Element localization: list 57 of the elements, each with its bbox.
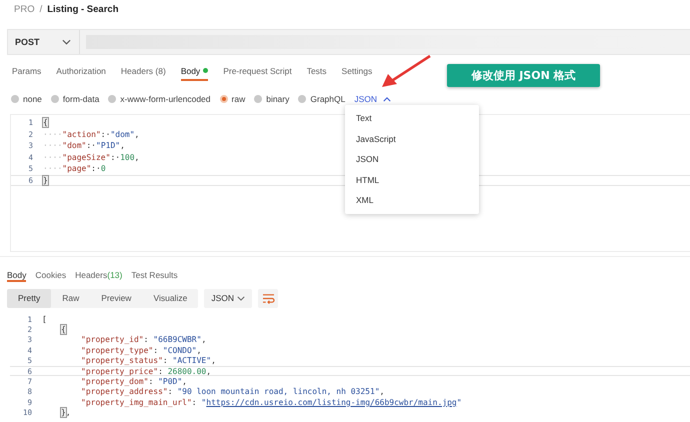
menu-item[interactable]: HTML <box>345 170 479 190</box>
chevron-down-icon <box>62 39 71 45</box>
menu-item[interactable]: JSON <box>345 149 479 170</box>
menu-item[interactable]: XML <box>345 190 479 210</box>
format-dropdown[interactable]: JSON <box>204 288 252 308</box>
code-line: }, <box>60 408 71 418</box>
code-line: ····"page":·0 <box>43 164 106 174</box>
view-mode-tab[interactable]: Pretty <box>7 288 52 308</box>
callout-label: 修改使用 JSON 格式 <box>447 64 600 87</box>
code-line: ····"pageSize":·100, <box>43 152 140 162</box>
workspace-name[interactable]: PRO <box>14 4 35 14</box>
code-line: [ <box>42 314 47 324</box>
wrap-icon <box>262 292 275 304</box>
view-mode-tab[interactable]: Visualize <box>142 288 198 308</box>
radio-button[interactable] <box>254 95 262 103</box>
response-tab[interactable]: Test Results <box>131 269 178 282</box>
code-line: "property_status": "ACTIVE", <box>80 356 216 366</box>
request-tab[interactable]: Pre-request Script <box>223 66 292 81</box>
code-line: "property_type": "CONDO", <box>80 346 202 355</box>
radio-label[interactable]: form-data <box>62 94 100 104</box>
radio-button[interactable] <box>220 95 228 103</box>
format-dropdown[interactable]: JSON <box>354 94 392 104</box>
code-line: "property_img_main_url": "https://cdn.usreio.com/listing-img/66b9cwbr/main.jpg" <box>80 398 462 407</box>
breadcrumb-separator: / <box>40 4 42 14</box>
request-tab[interactable]: Settings <box>342 66 372 81</box>
code-line: "property_dom": "P0D", <box>80 377 187 386</box>
code-line: "property_price": 26800.00, <box>80 366 212 376</box>
request-title: Listing - Search <box>47 4 118 14</box>
radio-label[interactable]: x-www-form-urlencoded <box>120 94 211 104</box>
radio-label[interactable]: raw <box>232 94 246 104</box>
radio-button[interactable] <box>298 95 306 103</box>
response-tab[interactable]: Headers(13) <box>75 269 122 282</box>
code-line: "property_address": "90 loon mountain road, lincoln, nh 03251", <box>80 387 384 396</box>
radio-label[interactable]: binary <box>266 94 290 104</box>
request-tab[interactable]: Params <box>12 66 42 81</box>
response-tab[interactable]: Cookies <box>35 269 66 282</box>
code-line: ····"dom":·"P1D", <box>43 141 125 150</box>
radio-button[interactable] <box>50 95 59 103</box>
view-mode-tab[interactable]: Preview <box>90 288 142 308</box>
radio-label[interactable]: GraphQL <box>310 94 346 104</box>
code-line: ····"action":·"dom", <box>43 130 140 139</box>
chevron-down-icon <box>237 296 246 300</box>
radio-button[interactable] <box>108 95 116 103</box>
request-tab[interactable]: Headers (8) <box>120 66 166 81</box>
response-tab[interactable]: Body <box>7 269 26 282</box>
menu-item[interactable]: JavaScript <box>345 128 479 149</box>
method-dropdown[interactable]: POST <box>8 30 80 54</box>
request-tab[interactable]: Body <box>180 66 208 81</box>
menu-item[interactable]: Text <box>345 108 479 128</box>
request-tab[interactable]: Tests <box>306 66 327 81</box>
wrap-lines-button[interactable] <box>258 288 278 308</box>
request-tab[interactable]: Authorization <box>56 66 106 81</box>
radio-label[interactable]: none <box>23 94 42 104</box>
code-line: "property_id": "66B9CWBR", <box>80 335 206 344</box>
arrow-icon <box>380 54 432 88</box>
view-mode-tab[interactable]: Raw <box>51 288 90 308</box>
radio-button[interactable] <box>11 95 19 103</box>
